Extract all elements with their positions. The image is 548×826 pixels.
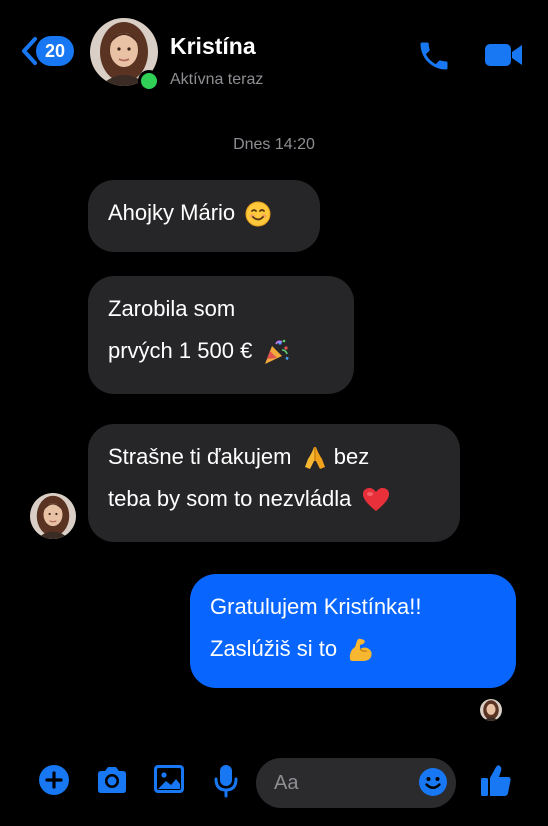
back-button[interactable]: 20 [20, 36, 74, 66]
message-bubble-outgoing[interactable]: Gratulujem Kristínka!! Zaslúžiš si to [190, 574, 516, 688]
message-text: Gratulujem Kristínka!! [210, 594, 422, 619]
message-line: teba by som to nezvládla [108, 478, 440, 520]
message-line: Strašne ti ďakujem bez [108, 436, 440, 478]
online-indicator [138, 70, 160, 92]
message-text: Zarobila som [108, 296, 236, 321]
smiling-face-emoji-icon [245, 201, 271, 227]
plus-circle-icon [39, 765, 69, 795]
add-button[interactable] [38, 764, 70, 801]
message-bubble-incoming[interactable]: Strašne ti ďakujem bez teba by som to ne… [88, 424, 460, 542]
message-line: Ahojky Mário [108, 192, 300, 234]
camera-icon [98, 767, 126, 793]
message-input[interactable] [272, 770, 406, 796]
conversation-timestamp: Dnes 14:20 [233, 136, 315, 153]
unread-count-badge: 20 [36, 36, 74, 66]
video-call-button[interactable] [484, 40, 524, 75]
message-text: Ahojky Mário [108, 200, 236, 225]
phone-icon [420, 42, 448, 70]
image-icon [154, 765, 184, 793]
red-heart-emoji-icon [362, 488, 389, 512]
message-text: Zaslúžiš si to [210, 636, 338, 661]
voice-message-button[interactable] [213, 764, 239, 803]
audio-call-button[interactable] [415, 38, 453, 79]
message-text: Strašne ti ďakujem [108, 444, 292, 469]
message-text: teba by som to nezvládla [108, 486, 352, 511]
microphone-icon [214, 765, 238, 798]
contact-status: Aktívna teraz [170, 71, 264, 88]
smiley-icon [419, 768, 447, 796]
emoji-picker-button[interactable] [418, 767, 448, 802]
message-bubble-incoming[interactable]: Ahojky Mário [88, 180, 320, 252]
folded-hands-emoji-icon [304, 447, 325, 470]
seen-receipt-avatar [480, 699, 502, 721]
camera-button[interactable] [95, 764, 129, 801]
party-popper-emoji-icon [265, 339, 290, 365]
message-bubble-incoming[interactable]: Zarobila som prvých 1 500 € [88, 276, 354, 394]
message-text: bez [333, 444, 370, 469]
flexed-biceps-emoji-icon [350, 638, 372, 662]
message-text: prvých 1 500 € [108, 338, 253, 363]
video-camera-icon [485, 44, 522, 66]
gallery-button[interactable] [153, 764, 185, 799]
contact-avatar-small[interactable] [30, 493, 76, 539]
message-line: prvých 1 500 € [108, 330, 334, 372]
avatar-portrait-icon [30, 493, 76, 539]
like-button[interactable] [480, 764, 512, 803]
avatar-portrait-icon [480, 699, 502, 721]
message-line: Zaslúžiš si to [210, 628, 496, 670]
contact-name[interactable]: Kristína [170, 33, 256, 60]
thumbs-up-icon [481, 765, 511, 796]
